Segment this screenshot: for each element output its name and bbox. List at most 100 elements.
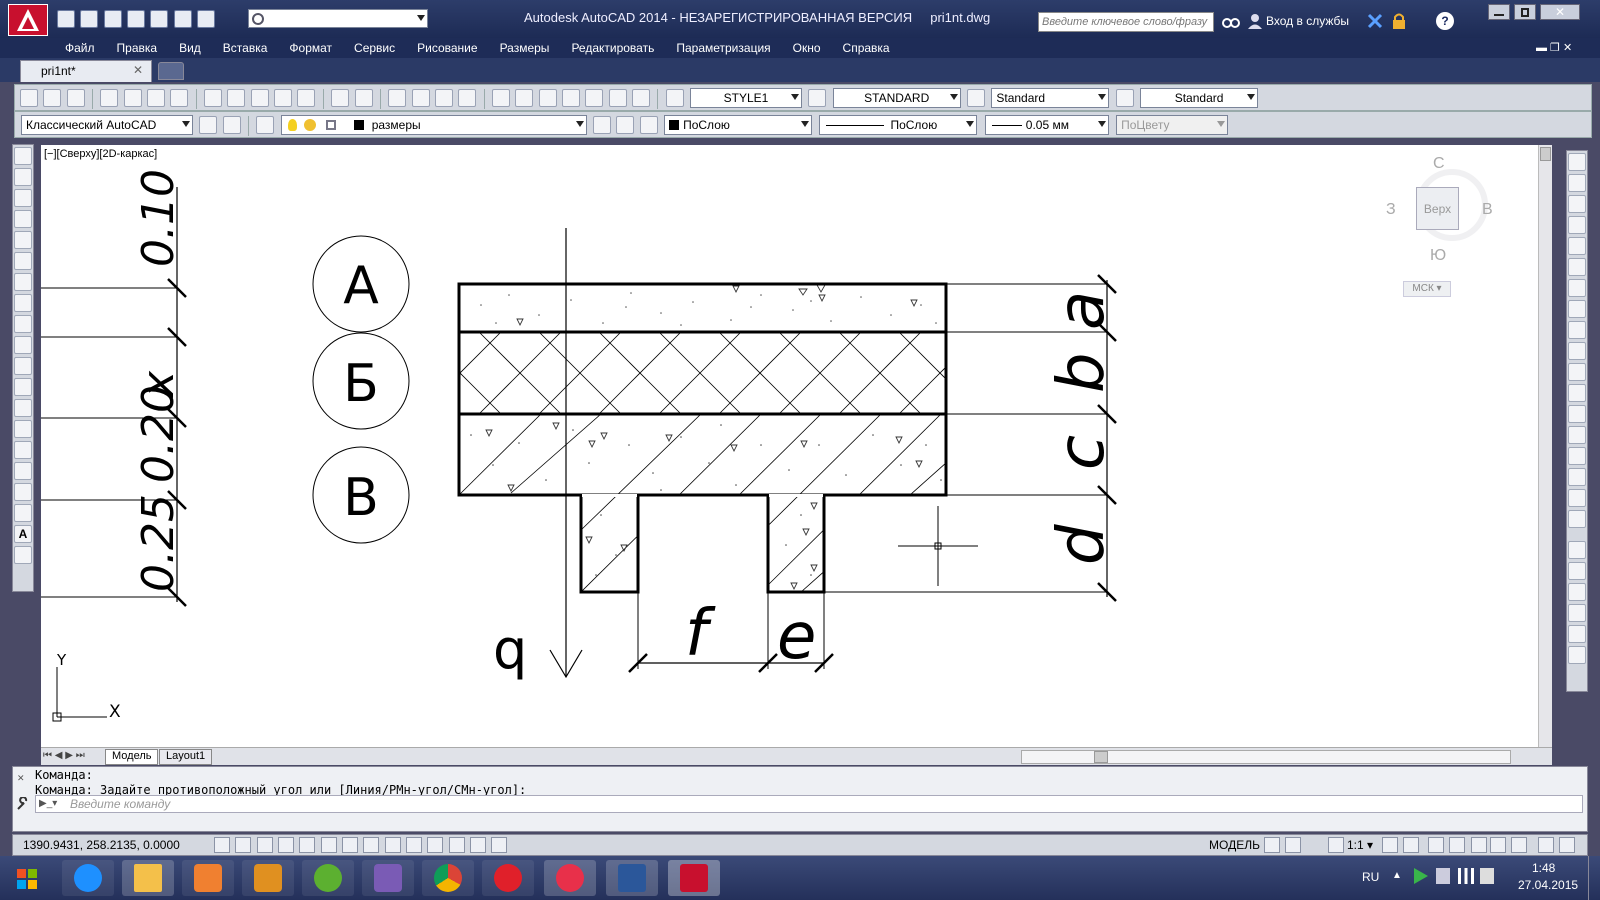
fillet-icon[interactable] (1568, 468, 1586, 486)
annotation-scale-icon[interactable] (1328, 837, 1344, 853)
infer-constraints-icon[interactable] (214, 837, 230, 853)
snap-icon[interactable] (235, 837, 252, 853)
user-icon[interactable] (1246, 12, 1264, 30)
layer-select[interactable]: размеры (280, 115, 587, 135)
make-block-icon[interactable] (14, 399, 32, 417)
draworder-back-icon[interactable] (1568, 562, 1586, 580)
explode-icon[interactable] (1568, 510, 1586, 528)
maximize-button[interactable] (1514, 4, 1536, 20)
mleader-style-select[interactable]: Standard (1140, 88, 1259, 108)
chamfer-icon[interactable] (1568, 447, 1586, 465)
table-icon[interactable] (14, 504, 32, 522)
circle-icon[interactable] (14, 273, 32, 291)
plot-icon[interactable] (100, 89, 119, 107)
help-icon[interactable]: ? (1436, 12, 1454, 30)
close-tab-icon[interactable]: ✕ (133, 63, 143, 77)
drawing-canvas[interactable]: [−][Сверху][2D-каркас] 0.10 x 0.20 0.25 … (41, 145, 1538, 747)
make-current-icon[interactable] (593, 116, 612, 134)
annotation-visibility-icon[interactable] (1382, 837, 1398, 853)
ellipse-icon[interactable] (14, 336, 32, 354)
table-style-icon[interactable] (967, 89, 986, 107)
point-icon[interactable] (14, 420, 32, 438)
language-indicator[interactable]: RU (1362, 870, 1379, 884)
dim-style-select[interactable]: STANDARD (832, 88, 961, 108)
grid-icon[interactable] (256, 837, 273, 853)
media-play-tray-icon[interactable] (1414, 868, 1428, 884)
tool-palettes-icon[interactable] (538, 89, 557, 107)
opera-taskbar-icon[interactable] (482, 860, 534, 896)
lock-icon[interactable] (1390, 12, 1408, 30)
close-command-icon[interactable]: ✕ (17, 773, 25, 784)
show-hidden-icons[interactable]: ▲ (1392, 870, 1402, 881)
start-button[interactable] (8, 864, 48, 894)
mtext-icon[interactable]: A (14, 525, 32, 543)
ucs-menu[interactable]: МСК ▾ (1403, 281, 1451, 297)
menu-item-10[interactable]: Окно (782, 38, 832, 58)
cut-icon[interactable] (204, 89, 223, 107)
open-icon[interactable] (43, 89, 62, 107)
lineweight-select[interactable]: 0.05 мм (984, 115, 1109, 135)
undo-icon[interactable] (331, 89, 350, 107)
ortho-icon[interactable] (278, 837, 295, 853)
pan-hand-icon[interactable] (388, 89, 407, 107)
redo-icon[interactable] (354, 89, 373, 107)
new-file-icon[interactable] (57, 10, 75, 28)
show-desktop-button[interactable] (1588, 856, 1600, 900)
volume-tray-icon[interactable] (1480, 868, 1494, 884)
polygon-icon[interactable] (14, 210, 32, 228)
media-player-taskbar-icon[interactable] (182, 860, 234, 896)
workspace-settings-icon[interactable] (199, 116, 218, 134)
construction-line-icon[interactable] (14, 168, 32, 186)
3d-print-icon[interactable] (170, 89, 189, 107)
dim-style-icon[interactable] (808, 89, 827, 107)
close-button[interactable]: ✕ (1540, 4, 1580, 20)
zoom-realtime-icon[interactable] (411, 89, 430, 107)
add-selected-icon[interactable] (14, 546, 32, 564)
mleader-style-icon[interactable] (1115, 89, 1134, 107)
markup-icon[interactable] (585, 89, 604, 107)
new-icon[interactable] (20, 89, 38, 107)
insert-block-icon[interactable] (14, 378, 32, 396)
viewcube-north[interactable]: С (1433, 155, 1445, 173)
toolbar-lock-icon[interactable] (1449, 837, 1466, 853)
draworder-front-icon[interactable] (1568, 541, 1586, 559)
explorer-taskbar-icon[interactable] (122, 860, 174, 896)
menu-item-8[interactable]: Редактировать (560, 38, 665, 58)
help-icon[interactable] (631, 89, 650, 107)
text-style-icon[interactable] (665, 89, 684, 107)
osnap-icon[interactable] (320, 837, 337, 853)
zoom-window-icon[interactable] (434, 89, 453, 107)
stretch-icon[interactable] (1568, 321, 1586, 339)
command-input[interactable]: ▶_▾ Введите команду (35, 795, 1583, 813)
3d-osnap-icon[interactable] (342, 837, 359, 853)
copy-icon[interactable] (227, 89, 246, 107)
hatch-back-icon[interactable] (1568, 646, 1586, 664)
offset-icon[interactable] (1568, 216, 1586, 234)
color-select[interactable]: ПоСлою (664, 115, 813, 135)
status-menu-icon[interactable] (1538, 837, 1554, 853)
coordinates-readout[interactable]: 1390.9431, 258.2135, 0.0000 (23, 838, 180, 852)
linetype-select[interactable]: ПоСлою (819, 115, 978, 135)
ellipse-arc-icon[interactable] (14, 357, 32, 375)
workspace-select[interactable]: Классический AutoCAD (248, 9, 428, 28)
quick-view-drawings-icon[interactable] (1285, 837, 1302, 853)
layer-states-icon[interactable] (639, 116, 658, 134)
extend-icon[interactable] (1568, 363, 1586, 381)
menu-item-6[interactable]: Рисование (406, 38, 488, 58)
clock-time[interactable]: 1:48 (1532, 861, 1555, 875)
dyn-icon[interactable] (406, 837, 423, 853)
hatch-icon[interactable] (14, 441, 32, 459)
print-icon[interactable] (150, 10, 169, 28)
search-input[interactable]: Введите ключевое слово/фразу (1038, 12, 1214, 32)
menu-item-1[interactable]: Правка (106, 38, 169, 58)
device-tray-icon[interactable] (1436, 868, 1450, 884)
save-icon[interactable] (103, 10, 122, 28)
array-icon[interactable] (1568, 237, 1586, 255)
tab-pri1nt[interactable]: pri1nt* ✕ (20, 60, 152, 82)
itunes-taskbar-icon[interactable] (544, 860, 596, 896)
draworder-above-icon[interactable] (1568, 583, 1586, 601)
word-taskbar-icon[interactable] (606, 860, 658, 896)
lineweight-toggle-icon[interactable] (427, 837, 444, 853)
viewcube-east[interactable]: В (1482, 201, 1493, 219)
menu-item-7[interactable]: Размеры (489, 38, 561, 58)
